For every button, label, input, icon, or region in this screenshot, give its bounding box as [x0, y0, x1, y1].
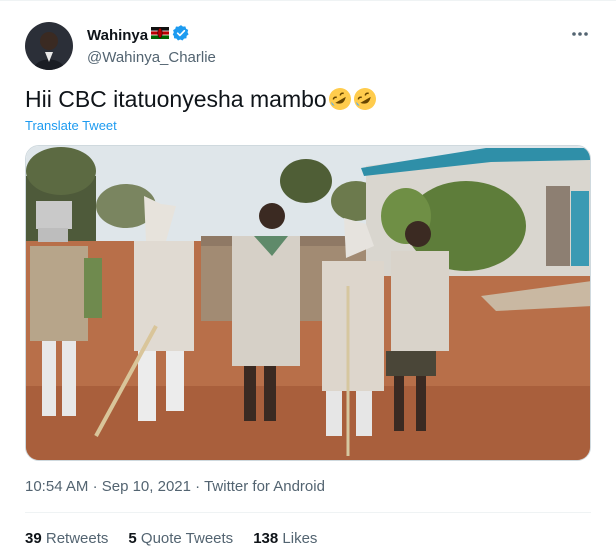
tweet-text: Hii CBC itatuonyesha mambo	[25, 86, 327, 112]
quote-tweets-count: 5	[128, 530, 137, 547]
tweet-body: Hii CBC itatuonyesha mambo	[25, 84, 377, 114]
top-divider	[0, 0, 616, 1]
avatar[interactable]	[25, 22, 73, 70]
tweet-metadata: 10:54 AM · Sep 10, 2021 · Twitter for An…	[25, 478, 325, 495]
tweet-date[interactable]: Sep 10, 2021	[102, 478, 191, 495]
retweets-stat[interactable]: 39 Retweets	[25, 530, 108, 547]
tweet-source[interactable]: Twitter for Android	[204, 478, 325, 495]
likes-count: 138	[253, 530, 279, 547]
retweets-label: Retweets	[45, 530, 109, 547]
tweet-card: Wahinya @Wahinya_Charlie Hii CBC itatuon…	[0, 0, 616, 556]
translate-tweet-link[interactable]: Translate Tweet	[25, 118, 117, 133]
author-handle[interactable]: @Wahinya_Charlie	[87, 49, 216, 66]
likes-label: Likes	[282, 530, 318, 547]
more-options-icon[interactable]	[570, 24, 590, 44]
author-block: Wahinya @Wahinya_Charlie	[87, 24, 216, 66]
engagement-stats: 39 Retweets 5 Quote Tweets 138 Likes	[25, 530, 317, 547]
likes-stat[interactable]: 138 Likes	[253, 530, 317, 547]
author-name[interactable]: Wahinya	[87, 27, 148, 44]
tweet-time[interactable]: 10:54 AM	[25, 478, 88, 495]
rolling-on-floor-laughing-icon	[328, 87, 352, 111]
verified-badge-icon	[172, 24, 190, 47]
retweets-count: 39	[25, 530, 42, 547]
quote-tweets-label: Quote Tweets	[140, 530, 234, 547]
stats-divider	[25, 512, 591, 513]
quote-tweets-stat[interactable]: 5 Quote Tweets	[128, 530, 233, 547]
meta-separator: ·	[195, 478, 201, 495]
tweet-photo[interactable]	[25, 145, 591, 461]
meta-separator: ·	[92, 478, 98, 495]
rolling-on-floor-laughing-icon	[353, 87, 377, 111]
kenya-flag-icon	[151, 26, 170, 44]
